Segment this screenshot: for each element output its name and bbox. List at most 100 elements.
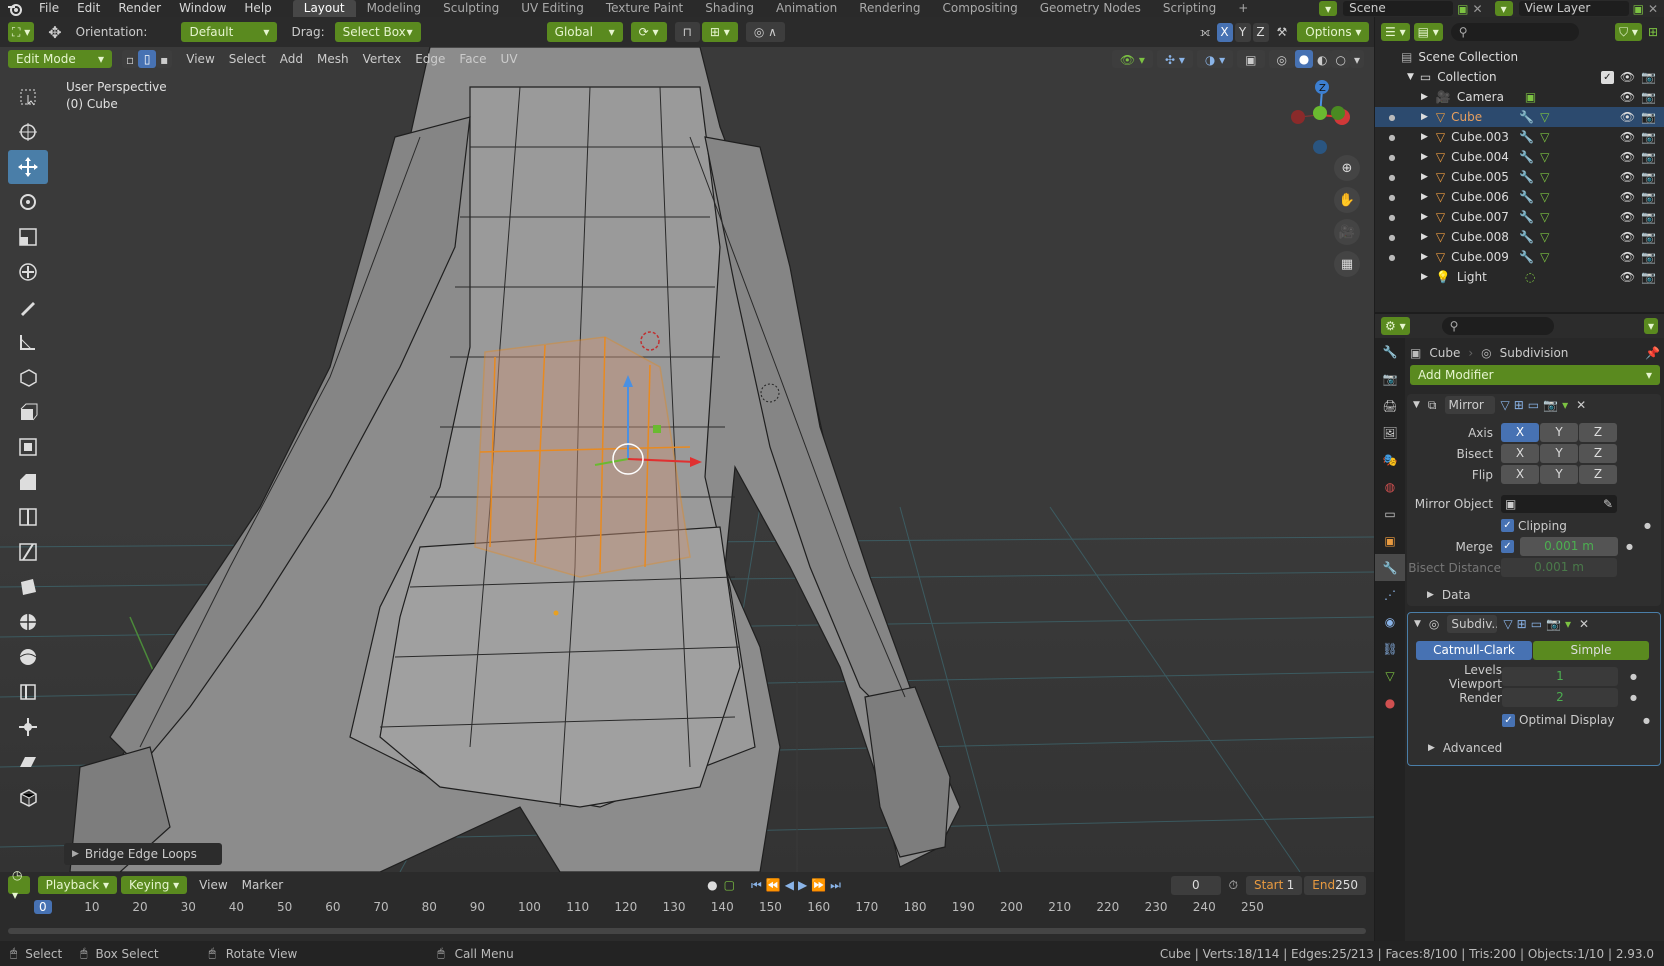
- move-icon[interactable]: [8, 150, 48, 184]
- properties-editor-icon[interactable]: ⚙ ▾: [1381, 317, 1410, 335]
- expand-arrow-icon[interactable]: ▶: [1421, 212, 1428, 222]
- mesh-data-icon[interactable]: ▽: [1540, 150, 1549, 164]
- add-cube-icon[interactable]: [8, 360, 48, 394]
- expand-arrow-icon[interactable]: ▶: [1421, 232, 1428, 242]
- edit-mode-dot-icon[interactable]: ●: [1381, 153, 1403, 162]
- constraints-tab-icon[interactable]: ⛓: [1375, 635, 1405, 662]
- shading-options-icon[interactable]: ▾: [1349, 50, 1364, 68]
- menu-file[interactable]: File: [30, 0, 68, 17]
- expand-arrow-icon[interactable]: ▶: [1421, 112, 1428, 122]
- collapse-arrow-icon[interactable]: ▼: [1407, 72, 1414, 82]
- render-camera-icon[interactable]: 📷: [1641, 230, 1656, 244]
- loop-cut-icon[interactable]: [8, 500, 48, 534]
- merge-value[interactable]: 0.001 m: [1520, 537, 1618, 556]
- navigation-gizmo[interactable]: Z: [1280, 75, 1350, 160]
- collection-visibility-icon[interactable]: 👁: [1620, 70, 1635, 84]
- mirror-remove-icon[interactable]: ✕: [1576, 398, 1586, 412]
- outliner-item[interactable]: ● ▶ ▽ Cube.009 🔧 ▽ 👁 📷: [1375, 247, 1664, 267]
- tab-compositing[interactable]: Compositing: [931, 0, 1028, 17]
- modifier-wrench-icon[interactable]: 🔧: [1519, 210, 1534, 224]
- catmull-clark-button[interactable]: Catmull-Clark: [1416, 641, 1532, 660]
- expand-arrow-icon[interactable]: ▶: [1421, 172, 1428, 182]
- modifier-wrench-icon[interactable]: 🔧: [1519, 110, 1534, 124]
- render-camera-icon[interactable]: 📷: [1641, 190, 1656, 204]
- scene-close-icon[interactable]: ✕: [1473, 2, 1483, 16]
- menu-select[interactable]: Select: [229, 52, 266, 66]
- material-shading-icon[interactable]: ◐: [1313, 50, 1332, 68]
- ortho-grid-icon[interactable]: ▦: [1334, 251, 1360, 277]
- modifier-wrench-icon[interactable]: 🔧: [1519, 170, 1534, 184]
- render-camera-icon[interactable]: 📷: [1641, 150, 1656, 164]
- outliner-item[interactable]: ▶ 🎥 Camera ▣ 👁 📷: [1375, 87, 1664, 107]
- bisect-z[interactable]: Z: [1579, 444, 1617, 463]
- outliner-search-input[interactable]: ⚲: [1450, 23, 1579, 41]
- viewlayer-new-icon[interactable]: ▣: [1633, 2, 1644, 16]
- optimal-display-checkbox[interactable]: ✓: [1502, 713, 1515, 727]
- outliner-item[interactable]: ▶ 💡 Light ◌ 👁 📷: [1375, 267, 1664, 287]
- scale-icon[interactable]: [8, 220, 48, 254]
- flip-x[interactable]: X: [1501, 465, 1539, 484]
- subdiv-collapse-icon[interactable]: ▼: [1414, 619, 1421, 629]
- tab-scripting[interactable]: Scripting: [1152, 0, 1227, 17]
- overlay-toggle-icon[interactable]: ◑ ▾: [1196, 50, 1234, 68]
- 3d-viewport[interactable]: Edit Mode ▾ ▫ ▯ ▪ View Select Add Mesh Ve…: [0, 47, 1374, 872]
- last-operator-panel[interactable]: ▶ Bridge Edge Loops: [64, 843, 222, 865]
- visibility-eye-icon[interactable]: 👁: [1620, 270, 1635, 284]
- render-levels-value[interactable]: 2: [1502, 688, 1618, 707]
- mirror-cage-icon[interactable]: ⊞: [1514, 398, 1524, 412]
- outliner-item[interactable]: ● ▶ ▽ Cube.005 🔧 ▽ 👁 📷: [1375, 167, 1664, 187]
- mirror-axis-y[interactable]: Y: [1540, 423, 1578, 442]
- tab-rendering[interactable]: Rendering: [848, 0, 931, 17]
- expand-arrow-icon[interactable]: ▶: [1421, 152, 1428, 162]
- outliner-editor-icon[interactable]: ☰ ▾: [1381, 23, 1410, 41]
- clipping-anim-dot[interactable]: ●: [1644, 521, 1651, 530]
- tool-tab-icon[interactable]: 🔧: [1375, 338, 1405, 365]
- simple-button[interactable]: Simple: [1533, 641, 1649, 660]
- expand-arrow-icon[interactable]: ▶: [1421, 92, 1428, 102]
- timeline-scrollbar[interactable]: [8, 928, 1366, 934]
- menu-render[interactable]: Render: [109, 0, 170, 17]
- levels-viewport-value[interactable]: 1: [1502, 667, 1618, 686]
- visibility-eye-icon[interactable]: 👁: [1620, 190, 1635, 204]
- annotate-icon[interactable]: [8, 290, 48, 324]
- visibility-eye-icon[interactable]: 👁: [1620, 250, 1635, 264]
- rotate-icon[interactable]: [8, 185, 48, 219]
- shrink-fatten-icon[interactable]: [8, 710, 48, 744]
- advanced-subpanel[interactable]: ▶ Advanced: [1408, 736, 1660, 760]
- select-box-icon[interactable]: [8, 80, 48, 114]
- scene-browse-icon[interactable]: ▾: [1319, 1, 1338, 16]
- add-workspace-button[interactable]: +: [1227, 0, 1259, 17]
- edit-mode-dot-icon[interactable]: ●: [1381, 253, 1403, 262]
- pivot-point-icon[interactable]: ⟳ ▾: [630, 22, 667, 42]
- subdiv-render-icon[interactable]: 📷: [1546, 617, 1561, 631]
- edit-mode-dot-icon[interactable]: ●: [1381, 193, 1403, 202]
- new-collection-icon[interactable]: ⊞: [1648, 25, 1658, 39]
- view-layer-name[interactable]: View Layer: [1518, 1, 1629, 16]
- collection-tab-icon[interactable]: ▭: [1375, 500, 1405, 527]
- render-camera-icon[interactable]: 📷: [1641, 270, 1656, 284]
- mirror-viewport-icon[interactable]: ▭: [1528, 398, 1539, 412]
- flip-y[interactable]: Y: [1540, 465, 1578, 484]
- menu-edit[interactable]: Edit: [68, 0, 109, 17]
- material-tab-icon[interactable]: ●: [1375, 689, 1405, 716]
- face-select-icon[interactable]: ▪: [156, 50, 173, 68]
- modifier-wrench-icon[interactable]: 🔧: [1519, 250, 1534, 264]
- measure-icon[interactable]: [8, 325, 48, 359]
- xray-toggle-icon[interactable]: ▣: [1237, 50, 1265, 68]
- tab-shading[interactable]: Shading: [694, 0, 765, 17]
- render-anim-dot[interactable]: ●: [1630, 693, 1637, 702]
- clipping-checkbox[interactable]: ✓: [1501, 519, 1514, 532]
- physics-tab-icon[interactable]: ◉: [1375, 608, 1405, 635]
- visibility-eye-icon[interactable]: 👁: [1620, 170, 1635, 184]
- wireframe-shading-icon[interactable]: ◎: [1268, 50, 1295, 68]
- drag-dropdown[interactable]: Select Box ▾: [334, 22, 421, 42]
- particles-tab-icon[interactable]: ⋰: [1375, 581, 1405, 608]
- tab-modeling[interactable]: Modeling: [356, 0, 433, 17]
- mirror-axis-z[interactable]: Z: [1579, 423, 1617, 442]
- menu-add[interactable]: Add: [280, 52, 303, 66]
- snap-target-icon[interactable]: ⊞ ▾: [701, 22, 738, 42]
- render-camera-icon[interactable]: 📷: [1641, 90, 1656, 104]
- scene-new-icon[interactable]: ▣: [1457, 2, 1468, 16]
- edit-mode-dot-icon[interactable]: ●: [1381, 213, 1403, 222]
- snap-icon[interactable]: ⊓: [674, 22, 700, 42]
